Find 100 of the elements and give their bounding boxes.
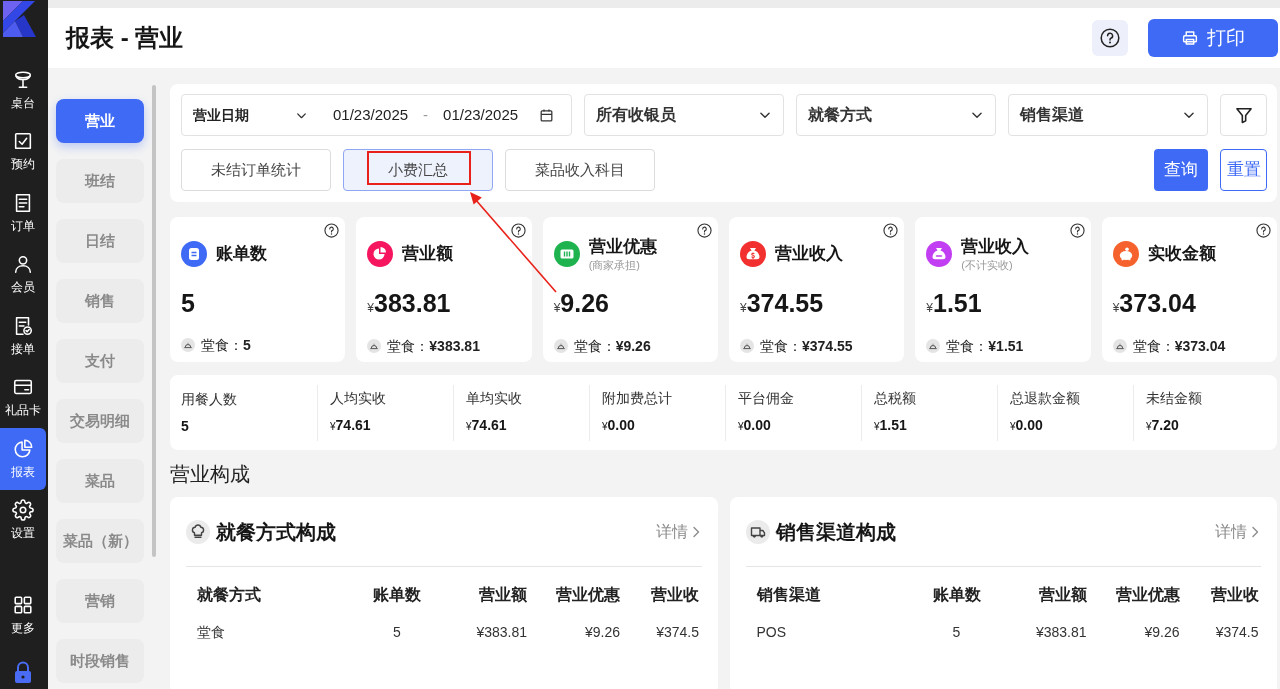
- stat-label: 平台佣金: [738, 389, 795, 408]
- quick-filter-button[interactable]: 小费汇总: [343, 149, 493, 191]
- reset-button[interactable]: 重置: [1220, 149, 1267, 191]
- printer-icon: [1181, 29, 1199, 47]
- app-logo: [0, 0, 38, 38]
- help-icon[interactable]: [697, 223, 712, 238]
- dish-icon: [740, 339, 754, 353]
- dish-icon: [1112, 339, 1127, 353]
- dropdown[interactable]: 所有收银员: [584, 94, 784, 136]
- help-icon[interactable]: [324, 223, 340, 238]
- sidebar-item[interactable]: 桌台: [0, 59, 46, 121]
- table-cell-text: ¥9.26: [1143, 623, 1180, 642]
- amount-value: ¥9.26: [553, 288, 610, 319]
- stat-label: 总税额: [874, 389, 917, 408]
- help-icon[interactable]: [1256, 223, 1271, 238]
- dish-icon: [553, 339, 568, 353]
- stat-value: ¥74.61: [466, 416, 508, 435]
- sidebar-item[interactable]: 预约: [0, 120, 46, 182]
- sidebar-item[interactable]: 报表: [0, 428, 46, 490]
- sidebar-item[interactable]: 更多: [0, 584, 46, 646]
- section-title: 营业构成: [170, 462, 251, 487]
- detail-text: 堂食：5: [201, 335, 251, 355]
- dropdown[interactable]: 就餐方式: [796, 94, 996, 136]
- quick-filter-button[interactable]: 未结订单统计: [181, 149, 331, 191]
- chef-hat-icon: [186, 519, 210, 544]
- user-icon: [12, 253, 34, 276]
- card-title: 实收金额: [1147, 243, 1216, 265]
- card-title: 账单数: [216, 243, 267, 265]
- column-header: 营业额: [1037, 585, 1087, 605]
- chevron-right-icon: [690, 525, 701, 538]
- stat-value: 5: [181, 417, 190, 436]
- dish-icon: [181, 338, 195, 352]
- stat-label: 未结金额: [1146, 389, 1203, 408]
- detail-text: 堂食：¥374.55: [760, 336, 853, 356]
- report-tab[interactable]: 营业: [56, 99, 144, 143]
- column-header: 营业优惠: [555, 585, 620, 605]
- card-title: 销售渠道构成: [775, 519, 896, 545]
- card-title: 营业优惠: [588, 236, 657, 258]
- card-subtitle: (不计实收): [961, 258, 1014, 272]
- stat-label: 单均实收: [466, 389, 523, 408]
- date-type-select[interactable]: 营业日期: [193, 104, 308, 126]
- sidebar-item[interactable]: 订单: [0, 182, 46, 244]
- stat-value: ¥0.00: [1010, 416, 1044, 435]
- details-link[interactable]: 详情: [655, 519, 701, 544]
- amount-value: ¥1.51: [926, 288, 983, 319]
- table-cell-text: 5: [392, 623, 402, 642]
- quick-filter-button[interactable]: 菜品收入科目: [505, 149, 655, 191]
- amount-value: ¥383.81: [367, 288, 452, 319]
- truck-icon: [745, 519, 770, 544]
- settings-icon: [12, 499, 34, 522]
- scrollbar[interactable]: [152, 85, 156, 557]
- column-header: 账单数: [372, 585, 422, 605]
- table-icon: [12, 68, 34, 91]
- stat-label: 总退款金额: [1010, 389, 1081, 408]
- query-button[interactable]: 查询: [1154, 149, 1208, 191]
- lock-icon[interactable]: [12, 660, 34, 684]
- sidebar-item[interactable]: 接单: [0, 305, 46, 367]
- card-title: 营业收入: [961, 236, 1030, 258]
- filter-button[interactable]: [1220, 94, 1267, 136]
- stat-value: ¥1.51: [874, 416, 908, 435]
- sidebar-item[interactable]: 礼品卡: [0, 366, 46, 428]
- detail-text: 堂食：¥1.51: [946, 336, 1024, 356]
- sidebar-item[interactable]: 设置: [0, 489, 46, 551]
- dropdown[interactable]: 销售渠道: [1008, 94, 1208, 136]
- column-header: 营业额: [478, 585, 527, 605]
- stat-label: 附加费总计: [602, 389, 673, 408]
- filter-icon: [1233, 105, 1254, 125]
- print-button[interactable]: 打印: [1148, 19, 1278, 57]
- stat-value: ¥74.61: [330, 416, 372, 435]
- table-cell-text: ¥9.26: [583, 623, 620, 642]
- card-title: 就餐方式构成: [216, 519, 336, 545]
- details-link[interactable]: 详情: [1215, 519, 1260, 544]
- table-cell-text: ¥374.5: [1214, 623, 1260, 642]
- column-header: 就餐方式: [196, 585, 262, 605]
- end-date[interactable]: 01/23/2025: [443, 103, 519, 127]
- help-icon[interactable]: [1069, 223, 1085, 238]
- date-range-field[interactable]: 营业日期 01/23/2025 - 01/23/2025: [181, 94, 572, 136]
- stat-label: 用餐人数: [181, 390, 238, 409]
- amount-value: 5: [181, 288, 196, 319]
- sidebar-item[interactable]: 会员: [0, 243, 46, 305]
- start-date[interactable]: 01/23/2025: [333, 103, 409, 127]
- pie-chart-icon: [12, 437, 34, 460]
- table-cell-text: 堂食: [196, 623, 226, 642]
- grid-icon: [12, 593, 34, 616]
- date-separator: -: [423, 104, 429, 125]
- chevron-right-icon: [1250, 525, 1260, 538]
- page-title: 报表 - 营业: [66, 23, 184, 53]
- table-cell-text: POS: [755, 623, 788, 642]
- help-button[interactable]: [1092, 20, 1128, 56]
- table-cell-text: ¥383.81: [475, 623, 527, 642]
- detail-text: 堂食：¥383.81: [387, 336, 480, 356]
- stat-value: ¥7.20: [1146, 416, 1180, 435]
- column-header: 营业收: [1209, 585, 1260, 605]
- calendar-icon[interactable]: [539, 107, 554, 123]
- stat-label: 人均实收: [330, 389, 387, 408]
- help-icon[interactable]: [510, 223, 526, 238]
- column-header: 销售渠道: [755, 585, 822, 605]
- column-header: 营业优惠: [1114, 585, 1180, 605]
- help-icon[interactable]: [883, 223, 899, 238]
- dish-icon: [367, 339, 382, 353]
